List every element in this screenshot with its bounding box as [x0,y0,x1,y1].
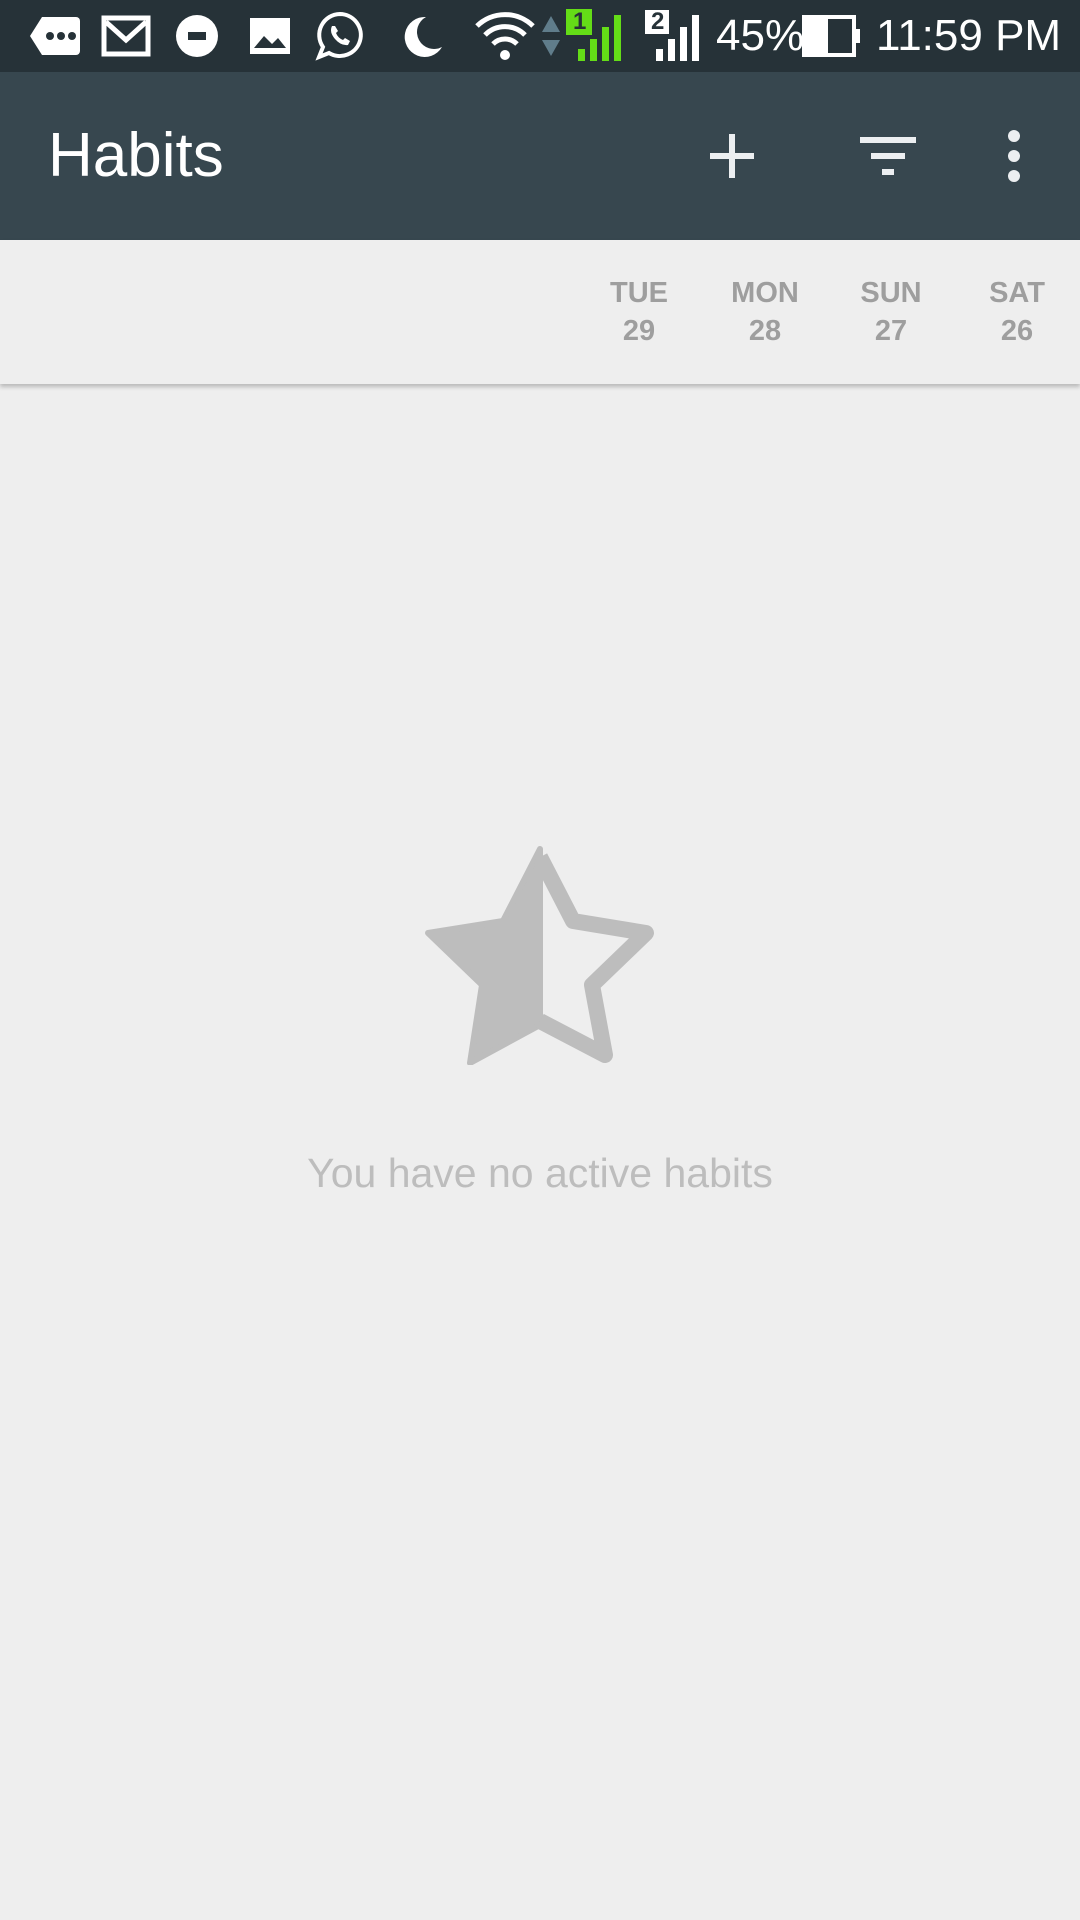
app-toolbar: Habits [0,72,1080,240]
wifi-icon [474,0,536,72]
sim1-label: 1 [573,8,587,35]
half-star-icon [425,846,654,1066]
day-weekday: SUN [860,277,922,309]
data-arrows-icon [540,0,562,72]
add-icon [710,134,754,178]
filter-button[interactable] [840,108,936,204]
day-column-sun: SUN 27 [828,274,954,350]
status-bar: 1 2 45% 11:59 PM [0,0,1080,72]
page-title: Habits [48,121,224,190]
day-weekday: SAT [989,277,1045,309]
more-vert-icon [1008,130,1020,182]
gallery-icon [248,0,292,72]
clock: 11:59 PM [876,11,1062,60]
gmail-icon [100,0,152,72]
whatsapp-icon [314,0,366,72]
day-date: 28 [748,315,782,347]
uber-icon [174,0,220,72]
message-icon [28,0,82,72]
day-column-mon: MON 28 [702,274,828,350]
day-date: 27 [874,315,908,347]
day-weekday: TUE [610,277,668,309]
empty-state [0,845,1080,1070]
moon-icon [400,0,444,72]
add-habit-button[interactable] [684,108,780,204]
day-column-sat: SAT 26 [954,274,1080,350]
more-options-button[interactable] [966,108,1062,204]
day-date: 26 [1000,315,1034,347]
day-column-tue: TUE 29 [576,274,702,350]
filter-icon [860,137,916,175]
sim2-label: 2 [651,8,665,35]
day-weekday: MON [731,277,799,309]
battery-percent: 45% [716,11,805,60]
day-date: 29 [622,315,656,347]
empty-message: You have no active habits [307,1150,773,1196]
battery-icon [802,0,862,72]
day-header: TUE 29 MON 28 SUN 27 SAT 26 [0,240,1080,384]
